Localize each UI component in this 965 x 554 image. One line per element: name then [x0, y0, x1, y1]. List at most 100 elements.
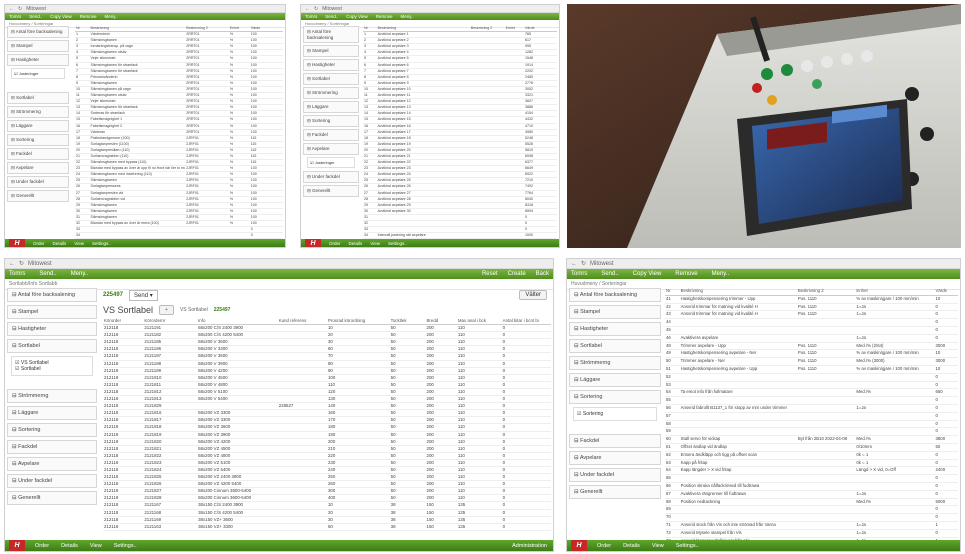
table-row[interactable]: 212118 2121163 38x150 VZ+ 3300 60 38 150 135 0	[103, 523, 551, 531]
table-row[interactable]: 212118 2121826 58x200 VZ 4200 5400 260 50 200…	[103, 480, 551, 489]
footer-order[interactable]: Order	[33, 241, 45, 246]
sidebar-item[interactable]: ⊟ Sortering	[7, 134, 69, 146]
table-row[interactable]: 49 Hastighetskompensering avpelare - Ner P…	[665, 349, 958, 359]
sidebar-item[interactable]: ⊟ Under fackdel	[7, 474, 97, 488]
table-row[interactable]: 52 0	[665, 373, 958, 382]
sidebar-item[interactable]: ⊟ Läggare	[7, 406, 97, 420]
table-row[interactable]: 212118 2121186 58x200 V 3300 60 50 200 110 0	[103, 345, 551, 354]
sidebar-item[interactable]: ⊟ Hastigheter	[7, 54, 69, 66]
footer-view[interactable]: View	[74, 241, 84, 246]
back-icon[interactable]: ←	[305, 6, 310, 12]
table-row[interactable]: 41 Hastighetskompensering trimmer - Upp Po…	[665, 295, 958, 304]
vs-add-button[interactable]: +	[159, 305, 174, 315]
sidebar-item[interactable]: ⊟ Läggare	[7, 120, 69, 132]
footer-details[interactable]: Details	[623, 543, 640, 549]
column-header[interactable]: Värde	[934, 288, 958, 296]
table-row[interactable]: 212118 2121828 58x200 Cinnum 3600-5400 400 5…	[103, 494, 551, 503]
sidebar-item[interactable]: ⊟ Avpelare	[303, 143, 359, 155]
table-row[interactable]: 212118 2121168 38x150 C/S 4200 5400 20 38 150…	[103, 509, 551, 517]
table-row[interactable]: 48 Trimmer avpelare - Upp Pos. 1110 Med./% …	[665, 342, 958, 351]
column-header[interactable]: Bredd	[425, 318, 457, 326]
table-row[interactable]: 212118 2121188 58x200 V 3900 80 50 200 110 0	[103, 360, 551, 368]
footer-admin[interactable]: Administration	[512, 543, 547, 549]
sidebar-item[interactable]: ⊟ Hastigheter	[7, 322, 97, 336]
sidebar-item[interactable]: ⊟ Avpelare	[569, 451, 661, 465]
footer-view[interactable]: View	[652, 543, 664, 549]
table-row[interactable]: 212118 2121812 58x200 V 5100 120 50 200 110 0	[103, 388, 551, 397]
table-row[interactable]: 212118 2121810 58x200 V 4500 100 50 200 110 0	[103, 374, 551, 382]
footer-view[interactable]: View	[90, 543, 102, 549]
nav-add[interactable]: Back	[536, 271, 549, 277]
filter-button[interactable]: Välter	[519, 290, 547, 300]
table-row[interactable]: 34 Intervall justering när avpelare 1000	[363, 232, 557, 239]
footer-details[interactable]: Details	[349, 241, 363, 246]
table-row[interactable]: 56 Ansvrid fabrollt B1137_1 för stopp av …	[665, 404, 958, 413]
sidebar-item[interactable]: ⊟ Sortlabel	[7, 92, 69, 104]
sidebar-item[interactable]: ⊟ Stampel	[7, 40, 69, 52]
sidebar-item[interactable]: ⊟ Generellt	[7, 491, 97, 505]
table-row[interactable]: 63 Kapp på fritap 0k = 10	[665, 459, 958, 468]
table-row[interactable]: 212118 2121191 58x200 C/S 2400 3900 10 50 200…	[103, 324, 551, 333]
column-header[interactable]: Enhet	[855, 288, 935, 296]
table-row[interactable]: 61 Offset ändlap vid ändlap 0/10mm 50	[665, 443, 958, 452]
sidebar-item[interactable]: ⊟ Sortlabel	[303, 73, 359, 85]
table-row[interactable]: 67 Avaktivera rängrenner till fudtrawa 1=J…	[665, 490, 958, 499]
sidebar-item[interactable]: ⊟ Strömmerng	[7, 389, 97, 403]
sidebar-item[interactable]: ⊟ Generellt	[569, 485, 661, 499]
nav-back[interactable]: Send..	[325, 14, 338, 19]
back-icon[interactable]: ←	[571, 261, 577, 267]
sidebar-item[interactable]: ⊟ Fackdel	[303, 129, 359, 141]
column-header[interactable]: Beskrivning 2	[796, 288, 856, 296]
table-row[interactable]: 62 Ensera ändkläpp och tigg på offset sca…	[665, 451, 958, 460]
table-row[interactable]: 72 Ansvrid Mysele stampel från Vis 1=Ja 0	[665, 529, 958, 538]
column-header[interactable]: Kund referens	[277, 318, 327, 326]
sidebar-item[interactable]: ⊟ Läggare	[569, 373, 661, 387]
table-row[interactable]: 54 Ta emot info från fullmatare Med./% 650	[665, 388, 958, 398]
table-row[interactable]: 60 Stall servo för vickap Byt från 2B10 20…	[665, 435, 958, 444]
table-row[interactable]: 43 Ansvrid trimmar för matning vid kvalit…	[665, 310, 958, 320]
sidebar-item[interactable]: ⊟ Stampel	[303, 45, 359, 57]
sidebar-item[interactable]: ⊟ Sortering	[7, 423, 97, 437]
sidebar-item[interactable]: ⊟ Stampel	[569, 305, 661, 319]
table-row[interactable]: 55 0	[665, 396, 958, 405]
nav-home[interactable]: Tomrs	[9, 14, 21, 19]
footer-settings[interactable]: Settings..	[388, 241, 407, 246]
table-row[interactable]: 212118 2121823 58x200 VZ 5100 230 50 200 110 0	[103, 459, 551, 467]
back-icon[interactable]: ←	[9, 261, 15, 267]
sidebar-item[interactable]: ⊟ Avpelare	[7, 457, 97, 471]
nav-back[interactable]: Send..	[29, 14, 42, 19]
sidebar-item[interactable]: ⊟ Fackdel	[569, 434, 661, 448]
table-row[interactable]: 66 Position skruka nålfackrinsed till fud…	[665, 482, 958, 491]
column-header[interactable]: Info	[197, 318, 278, 326]
sidebar-item[interactable]: ⊟ Strömmerng	[7, 106, 69, 118]
nav-copy[interactable]: Copy View	[50, 14, 71, 19]
table-row[interactable]: 69 0	[665, 505, 958, 515]
footer-settings[interactable]: Settings..	[92, 241, 111, 246]
table-row[interactable]: 212118 2121167 38x150 C/S 2400 3900 10 38 150…	[103, 501, 551, 510]
sidebar-item[interactable]: ⊟ Sortlabel	[7, 339, 97, 353]
table-row[interactable]: 212118 2121169 38x150 VZ+ 3600 30 38 150 135 0	[103, 516, 551, 524]
table-row[interactable]: 65 0	[665, 474, 958, 483]
table-row[interactable]: 212118 2121185 58x200 V 3600 30 50 200 110 0	[103, 338, 551, 347]
sidebar-subitem[interactable]: ☑ Justeringer	[310, 160, 352, 165]
table-row[interactable]: 212118 2121821 58x200 VZ 4500 210 50 200 110 0	[103, 445, 551, 453]
table-row[interactable]: 212118 2121819 58x200 VZ 3900 190 50 200 110 0	[103, 431, 551, 439]
sidebar-item[interactable]: ⊟ Antal före backsalening	[303, 26, 359, 43]
sidebar-subitem[interactable]: ☑ Sortlabel	[15, 366, 89, 372]
table-row[interactable]: 212118 2121825 58x200 VZ 2400 3900 250 50 200…	[103, 473, 551, 482]
table-row[interactable]: 212118 2121824 58x200 VZ 5400 240 50 200 110 0	[103, 466, 551, 475]
refresh-icon[interactable]: ↻	[18, 6, 22, 12]
back-icon[interactable]: ←	[9, 6, 14, 12]
table-row[interactable]: 58 0	[665, 420, 958, 429]
nav-copy[interactable]: Copy View	[346, 14, 367, 19]
table-row[interactable]: 42 Ansvrid trimmar för matning vid kvalit…	[665, 303, 958, 312]
footer-details[interactable]: Details	[61, 543, 78, 549]
sidebar-item[interactable]: ⊟ Antal före backsalening	[7, 288, 97, 302]
nav-back[interactable]: Send..	[39, 271, 56, 277]
nav-remove[interactable]: Remove	[675, 271, 697, 277]
nav-home[interactable]: Tomrs	[9, 271, 25, 277]
nav-copy[interactable]: Copy View	[633, 271, 662, 277]
nav-back[interactable]: Send..	[601, 271, 618, 277]
nav-home[interactable]: Tomrs	[571, 271, 587, 277]
sidebar-item[interactable]: ⊟ Sortlabel	[569, 339, 661, 353]
